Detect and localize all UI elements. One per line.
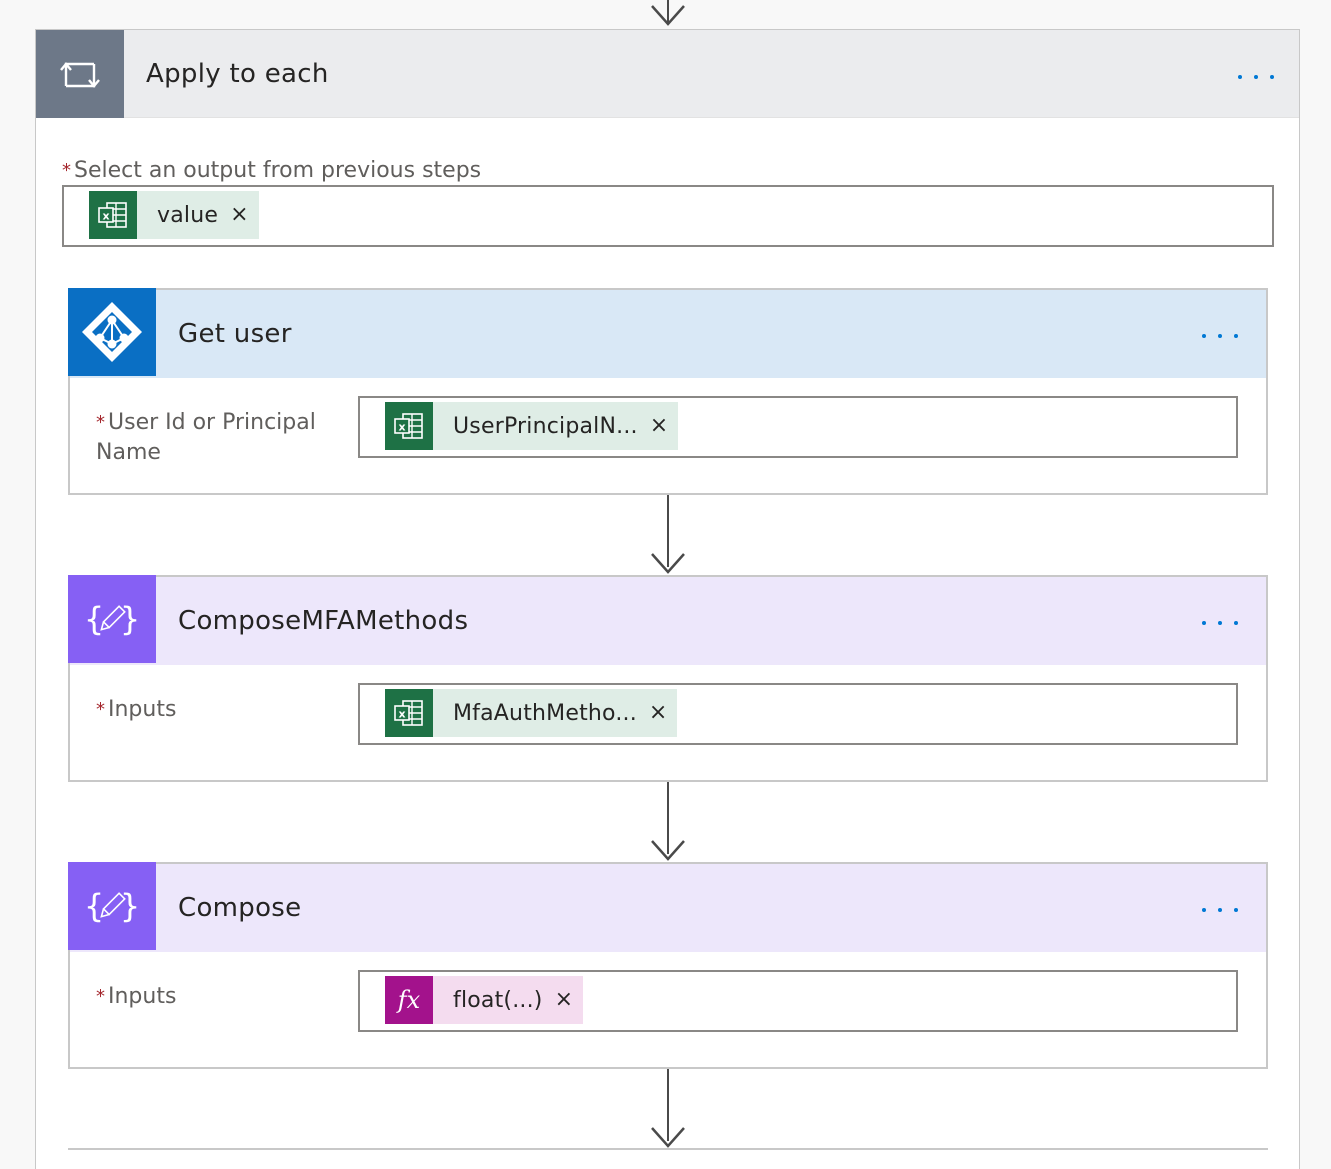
select-output-field[interactable]: x value × <box>62 185 1274 247</box>
inputs-field[interactable]: fx float(...) × <box>358 970 1238 1032</box>
compose-header[interactable]: { } Compose <box>68 862 1266 952</box>
get-user-card: Get user * User Id or Principal Name x Us… <box>68 288 1268 495</box>
loop-icon <box>60 62 100 88</box>
arrow-down-icon <box>651 840 685 861</box>
inputs-label: * Inputs <box>96 695 176 725</box>
compose-icon-box: { } <box>68 862 156 950</box>
user-principal-name-token[interactable]: x UserPrincipalN... × <box>385 402 679 450</box>
dot <box>1202 908 1206 912</box>
token-label: float(...) <box>453 987 543 1013</box>
apply-to-each-menu-button[interactable] <box>1232 67 1280 87</box>
required-mark: * <box>62 160 71 181</box>
inputs-label: * Inputs <box>96 982 176 1012</box>
required-mark: * <box>96 412 105 433</box>
compose-icon: { } <box>84 600 140 638</box>
dot <box>1254 75 1258 79</box>
get-user-title: Get user <box>178 319 292 349</box>
remove-token-button[interactable]: × <box>638 415 678 437</box>
compose-mfa-methods-menu-button[interactable] <box>1196 613 1244 633</box>
excel-icon: x <box>89 191 137 239</box>
select-output-label: * Select an output from previous steps <box>62 156 481 186</box>
svg-text:x: x <box>398 421 405 434</box>
token-label: MfaAuthMetho... <box>453 700 637 726</box>
get-user-header[interactable]: Get user <box>68 288 1266 378</box>
dot <box>1202 334 1206 338</box>
token-label: UserPrincipalN... <box>453 413 638 439</box>
arrow-down-icon <box>651 1127 685 1148</box>
svg-text:}: } <box>120 887 140 925</box>
excel-icon: x <box>385 402 433 450</box>
svg-text:{: { <box>84 887 104 925</box>
compose-mfa-methods-header[interactable]: { } ComposeMFAMethods <box>68 575 1266 665</box>
dot <box>1234 908 1238 912</box>
dot <box>1270 75 1274 79</box>
compose-icon-box: { } <box>68 575 156 663</box>
svg-text:x: x <box>102 210 109 223</box>
loop-icon-box <box>36 30 124 118</box>
select-output-label-text: Select an output from previous steps <box>74 158 482 183</box>
arrow-down-icon <box>651 553 685 574</box>
remove-token-button[interactable]: × <box>218 204 258 226</box>
dot <box>1202 621 1206 625</box>
expression-icon-text: fx <box>397 986 421 1014</box>
apply-to-each-header[interactable]: Apply to each <box>36 30 1299 118</box>
remove-token-button[interactable]: × <box>637 702 677 724</box>
apply-to-each-title: Apply to each <box>146 59 329 89</box>
dot <box>1218 908 1222 912</box>
dot <box>1238 75 1242 79</box>
dot <box>1234 334 1238 338</box>
dot <box>1234 621 1238 625</box>
compose-icon: { } <box>84 887 140 925</box>
remove-token-button[interactable]: × <box>543 989 583 1011</box>
user-id-label: * User Id or Principal Name <box>96 408 336 468</box>
user-id-label-text: User Id or Principal Name <box>96 410 316 465</box>
compose-mfa-methods-title: ComposeMFAMethods <box>178 606 469 636</box>
dot <box>1218 621 1222 625</box>
compose-mfa-methods-card: { } ComposeMFAMethods * Inputs x MfaAuth… <box>68 575 1268 782</box>
svg-text:}: } <box>120 600 140 638</box>
user-id-field[interactable]: x UserPrincipalN... × <box>358 396 1238 458</box>
azure-ad-icon <box>82 302 142 362</box>
required-mark: * <box>96 699 105 720</box>
float-expression-token[interactable]: fx float(...) × <box>385 976 584 1024</box>
azure-ad-icon-box <box>68 288 156 376</box>
required-mark: * <box>96 986 105 1007</box>
token-label: value <box>157 202 219 228</box>
get-user-menu-button[interactable] <box>1196 326 1244 346</box>
inputs-label-text: Inputs <box>108 697 177 722</box>
svg-text:x: x <box>398 708 405 721</box>
inputs-label-text: Inputs <box>108 984 177 1009</box>
arrow-down-icon <box>651 5 685 26</box>
inputs-field[interactable]: x MfaAuthMetho... × <box>358 683 1238 745</box>
dot <box>1218 334 1222 338</box>
value-token[interactable]: x value × <box>89 191 259 239</box>
compose-menu-button[interactable] <box>1196 900 1244 920</box>
mfa-auth-methods-token[interactable]: x MfaAuthMetho... × <box>385 689 678 737</box>
svg-text:{: { <box>84 600 104 638</box>
excel-icon: x <box>385 689 433 737</box>
compose-title: Compose <box>178 893 302 923</box>
compose-card: { } Compose * Inputs fx float(...) × <box>68 862 1268 1069</box>
expression-icon: fx <box>385 976 433 1024</box>
